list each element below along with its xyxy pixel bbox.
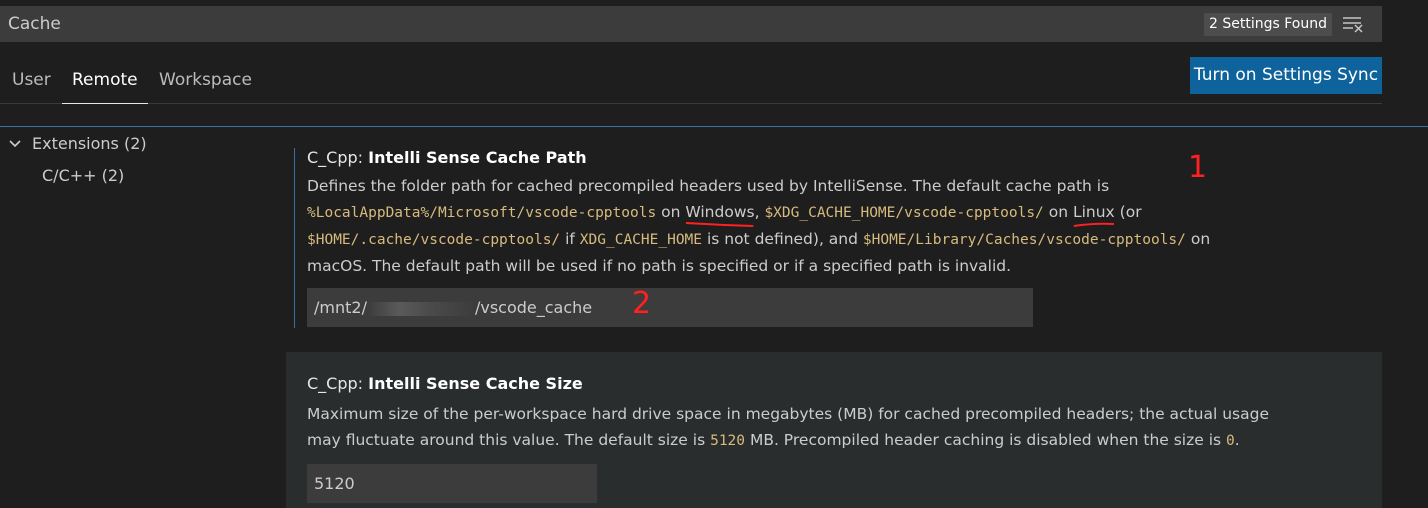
code-xdg-cache: $XDG_CACHE_HOME/vscode-cpptools/ [764, 205, 1044, 221]
setting-category: C_Cpp: [307, 374, 369, 393]
desc-text-linux: Linux [1072, 203, 1115, 221]
desc-text: on [1185, 230, 1211, 248]
code-home-library: $HOME/Library/Caches/vscode-cpptools/ [862, 232, 1186, 248]
red-underline-annotation [686, 222, 754, 227]
linux-underlined: Linux [1072, 199, 1115, 227]
setting-focus-indicator [294, 148, 295, 328]
clear-filter-icon[interactable] [1342, 15, 1364, 33]
code-default-size: 5120 [710, 433, 746, 449]
code-localappdata: %LocalAppData%/Microsoft/vscode-cpptools [307, 205, 657, 221]
redacted-blur [366, 301, 475, 316]
desc-line-2: may fluctuate around this value. The def… [307, 427, 1347, 454]
desc-line-1: Maximum size of the per-workspace hard d… [307, 405, 1269, 423]
input-value-suffix: /vscode_cache [474, 298, 593, 317]
settings-search-input[interactable]: Cache [8, 6, 61, 42]
tab-workspace[interactable]: Workspace [159, 70, 252, 104]
chevron-down-icon[interactable] [8, 137, 22, 151]
tab-user[interactable]: User [12, 70, 51, 104]
annotation-number-2: 2 [632, 286, 652, 321]
header-separator [0, 126, 1428, 127]
code-zero: 0 [1226, 433, 1235, 449]
desc-text: may fluctuate around this value. The def… [307, 431, 711, 449]
toc-item-extensions[interactable]: Extensions (2) [32, 134, 147, 153]
toc-item-cpp[interactable]: C/C++ (2) [42, 166, 124, 185]
desc-text: . [1234, 431, 1240, 449]
setting-name: Intelli Sense Cache Path [368, 148, 587, 167]
desc-text-windows: Windows [685, 203, 755, 221]
code-xdg-var: XDG_CACHE_HOME [579, 232, 703, 248]
code-home-cache: $HOME/.cache/vscode-cpptools/ [307, 232, 561, 248]
cache-size-input[interactable]: 5120 [307, 464, 597, 503]
setting-description: Defines the folder path for cached preco… [307, 173, 1347, 279]
setting-intellisense-cache-path: C_Cpp: Intelli Sense Cache Path Defines … [286, 140, 1382, 340]
desc-line-4: macOS. The default path will be used if … [307, 257, 1012, 275]
desc-line-3: $HOME/.cache/vscode-cpptools/ if XDG_CAC… [307, 226, 1347, 253]
setting-intellisense-cache-size: C_Cpp: Intelli Sense Cache Size Maximum … [286, 352, 1382, 508]
setting-name: Intelli Sense Cache Size [368, 374, 583, 393]
desc-text: MB. Precompiled header caching is disabl… [745, 431, 1227, 449]
desc-text: if [560, 230, 580, 248]
setting-category: C_Cpp: [307, 148, 369, 167]
setting-title: C_Cpp: Intelli Sense Cache Size [307, 374, 583, 393]
turn-on-settings-sync-button[interactable]: Turn on Settings Sync [1190, 57, 1382, 94]
desc-line-2: %LocalAppData%/Microsoft/vscode-cpptools… [307, 199, 1347, 227]
desc-text: (or [1114, 203, 1142, 221]
annotation-number-1: 1 [1188, 150, 1208, 185]
desc-text: on [656, 203, 686, 221]
setting-description: Maximum size of the per-workspace hard d… [307, 401, 1347, 454]
results-count-badge: 2 Settings Found [1204, 13, 1332, 36]
settings-search-bar[interactable]: Cache 2 Settings Found [0, 6, 1382, 42]
setting-title: C_Cpp: Intelli Sense Cache Path [307, 148, 587, 167]
tab-remote[interactable]: Remote [62, 70, 148, 104]
input-value-prefix: /mnt2/ [314, 298, 367, 317]
windows-underlined: Windows [685, 199, 755, 227]
cache-path-input[interactable]: /mnt2/ /vscode_cache [307, 288, 1033, 327]
red-underline-annotation [1073, 222, 1114, 227]
desc-text: is not defined), and [702, 230, 863, 248]
desc-text: on [1043, 203, 1073, 221]
desc-text: , [754, 203, 765, 221]
settings-scope-tabs: User Remote Workspace [0, 60, 1382, 104]
